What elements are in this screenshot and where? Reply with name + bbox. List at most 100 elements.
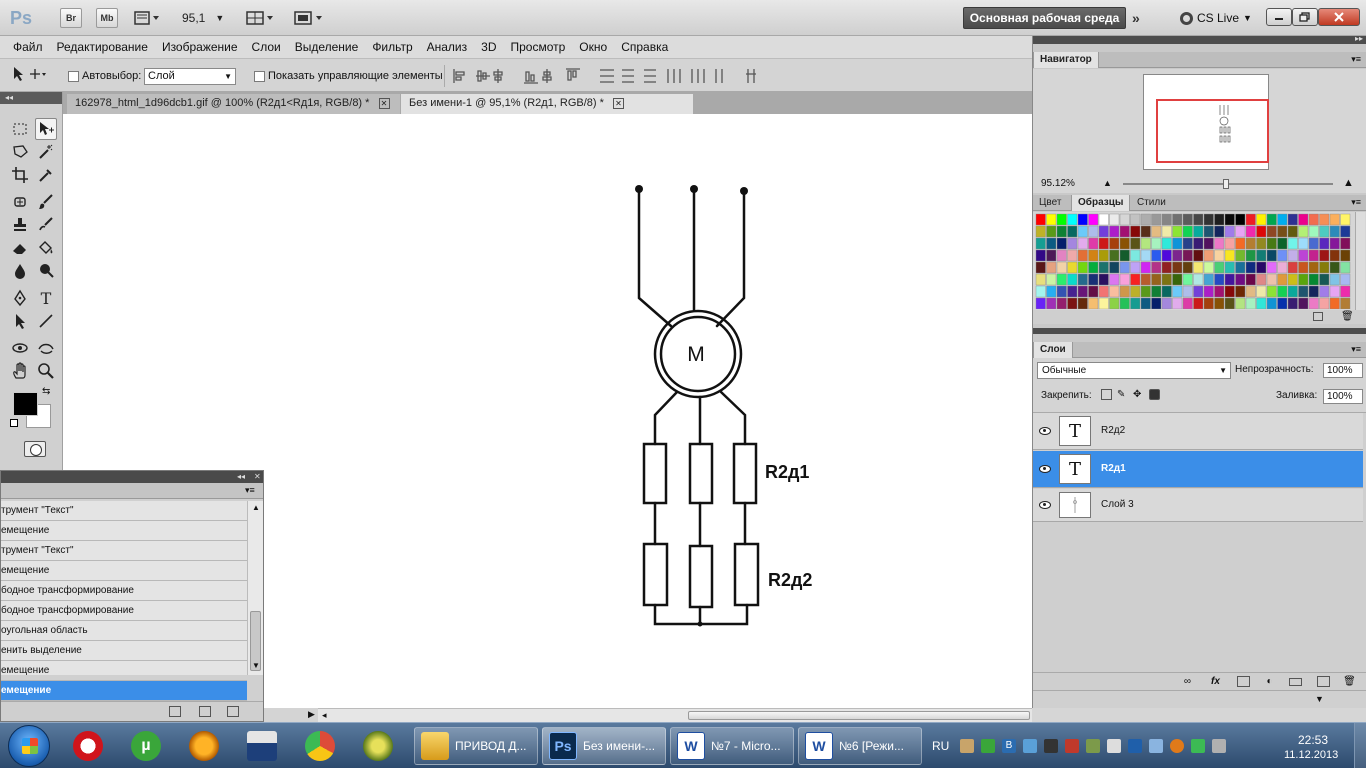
color-swatch[interactable] [1256, 213, 1267, 226]
taskbar-word-window-2[interactable]: W №6 [Режи... [798, 727, 922, 765]
color-swatch[interactable] [1319, 285, 1330, 298]
color-swatch[interactable] [1119, 225, 1130, 238]
color-swatch[interactable] [1161, 225, 1172, 238]
color-swatch[interactable] [1298, 285, 1309, 298]
tools-panel-header[interactable]: ◂◂ [0, 92, 62, 104]
close-tab-icon[interactable]: ✕ [378, 97, 390, 109]
history-item[interactable]: бодное трансформирование [1, 601, 247, 621]
color-swatch[interactable] [1172, 261, 1183, 274]
color-swatch[interactable] [1098, 297, 1109, 309]
resistor-group-2-label[interactable]: R2д2 [768, 570, 812, 590]
color-swatch[interactable] [1130, 213, 1141, 226]
color-swatch[interactable] [1172, 297, 1183, 309]
clock-time[interactable]: 22:53 [1298, 733, 1328, 747]
save-app-pin[interactable] [236, 727, 288, 765]
color-swatch[interactable] [1245, 225, 1256, 238]
crop-tool[interactable] [9, 164, 31, 186]
color-swatch[interactable] [1329, 285, 1340, 298]
color-swatch[interactable] [1172, 273, 1183, 286]
add-mask-icon[interactable] [1237, 676, 1250, 687]
show-desktop-button[interactable] [1354, 723, 1366, 768]
navigator-zoom-value[interactable]: 95.12% [1041, 178, 1075, 189]
color-swatch[interactable] [1319, 273, 1330, 286]
color-swatch[interactable] [1340, 273, 1351, 286]
line-tool[interactable] [35, 310, 57, 332]
color-swatch[interactable] [1256, 237, 1267, 250]
color-swatch[interactable] [1266, 225, 1277, 238]
color-swatch[interactable] [1256, 285, 1267, 298]
color-swatch[interactable] [1109, 285, 1120, 298]
menu-select[interactable]: Выделение [288, 40, 366, 54]
color-swatch[interactable] [1193, 285, 1204, 298]
color-swatch[interactable] [1319, 297, 1330, 309]
color-swatch[interactable] [1193, 273, 1204, 286]
color-swatch[interactable] [1182, 297, 1193, 309]
tab-swatches[interactable]: Образцы [1071, 195, 1131, 211]
arrange-documents-button[interactable] [244, 8, 278, 28]
color-swatch[interactable] [1130, 225, 1141, 238]
mini-bridge-button[interactable]: Mb [96, 8, 118, 28]
color-swatch[interactable] [1340, 285, 1351, 298]
history-item[interactable]: енить выделение [1, 641, 247, 661]
chrome-pin[interactable] [294, 727, 346, 765]
color-swatch[interactable] [1046, 213, 1057, 226]
color-swatch[interactable] [1046, 249, 1057, 262]
color-swatch[interactable] [1214, 249, 1225, 262]
color-swatch[interactable] [1266, 249, 1277, 262]
dock-collapse-strip[interactable]: ▸▸ [1033, 34, 1366, 44]
color-swatch[interactable] [1298, 261, 1309, 274]
color-swatch[interactable] [1077, 213, 1088, 226]
color-swatch[interactable] [1109, 237, 1120, 250]
history-item[interactable]: бодное трансформирование [1, 581, 247, 601]
color-swatch[interactable] [1056, 261, 1067, 274]
marquee-tool[interactable] [9, 118, 31, 140]
color-swatch[interactable] [1130, 273, 1141, 286]
tab-color[interactable]: Цвет [1033, 195, 1067, 211]
view-extras-button[interactable] [132, 8, 162, 28]
color-swatch[interactable] [1340, 297, 1351, 309]
color-swatch[interactable] [1235, 273, 1246, 286]
trash-icon[interactable]: 🗑 [1341, 311, 1354, 322]
color-swatch[interactable] [1140, 237, 1151, 250]
color-swatch[interactable] [1098, 285, 1109, 298]
color-swatch[interactable] [1287, 249, 1298, 262]
color-swatch[interactable] [1161, 237, 1172, 250]
color-swatch[interactable] [1340, 237, 1351, 250]
scroll-down-icon[interactable]: ▼ [1315, 694, 1324, 704]
color-swatch[interactable] [1214, 285, 1225, 298]
color-swatch[interactable] [1067, 285, 1078, 298]
network-icon[interactable] [1149, 739, 1163, 753]
show-transform-controls-checkbox[interactable]: Показать управляющие элементы [254, 68, 443, 84]
color-swatch[interactable] [1182, 261, 1193, 274]
color-swatch[interactable] [1046, 273, 1057, 286]
cs-live-menu[interactable]: CS Live ▼ [1180, 8, 1260, 28]
color-swatch[interactable] [1266, 237, 1277, 250]
color-swatch[interactable] [1151, 273, 1162, 286]
lock-position-icon[interactable]: ✥ [1133, 389, 1144, 400]
start-button[interactable] [8, 725, 50, 767]
color-swatch[interactable] [1245, 285, 1256, 298]
color-swatch[interactable] [1277, 261, 1288, 274]
color-swatch[interactable] [1161, 273, 1172, 286]
pen-tool[interactable] [9, 287, 31, 309]
color-swatch[interactable] [1119, 237, 1130, 250]
color-swatch[interactable] [1277, 249, 1288, 262]
color-swatch[interactable] [1182, 285, 1193, 298]
color-swatch[interactable] [1256, 273, 1267, 286]
opera-pin[interactable] [62, 727, 114, 765]
minimize-button[interactable] [1266, 8, 1292, 26]
menu-window[interactable]: Окно [572, 40, 614, 54]
color-swatch[interactable] [1235, 225, 1246, 238]
color-swatch[interactable] [1140, 225, 1151, 238]
color-swatch[interactable] [1203, 237, 1214, 250]
color-swatch[interactable] [1319, 237, 1330, 250]
color-swatch[interactable] [1098, 249, 1109, 262]
navigator-preview[interactable] [1143, 74, 1269, 170]
tray-app-icon[interactable] [1212, 739, 1226, 753]
color-swatch[interactable] [1235, 213, 1246, 226]
layer-row-selected[interactable]: T R2д1 [1033, 451, 1363, 488]
color-swatch[interactable] [1298, 297, 1309, 309]
panel-menu-icon[interactable]: ▾≡ [1351, 54, 1361, 65]
color-swatch[interactable] [1151, 297, 1162, 309]
color-swatch[interactable] [1308, 273, 1319, 286]
